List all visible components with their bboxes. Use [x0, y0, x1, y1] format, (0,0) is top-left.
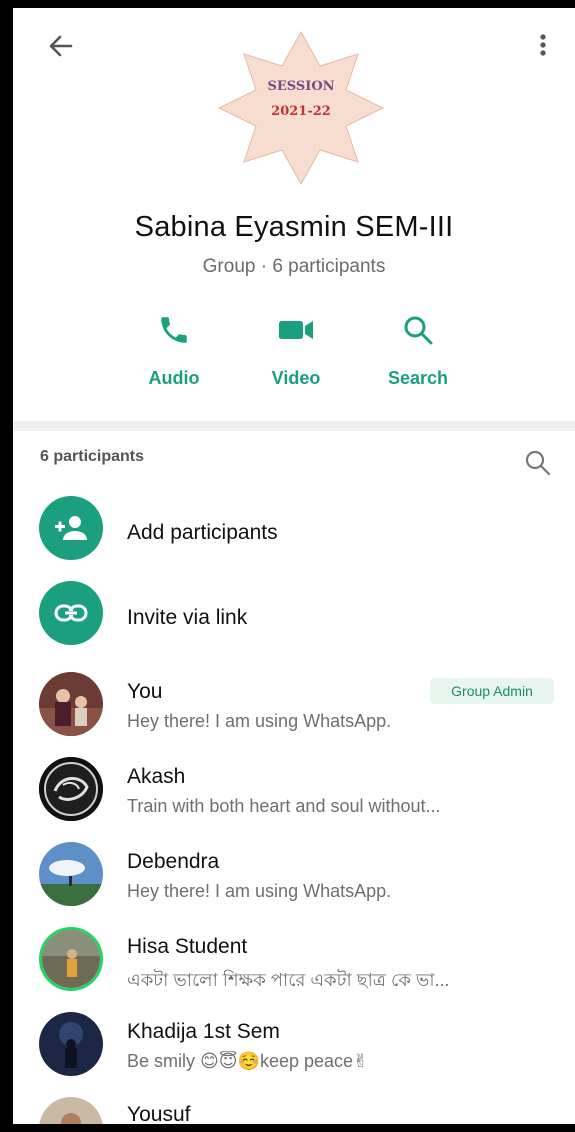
search-icon: [404, 316, 433, 345]
group-admin-badge: Group Admin: [430, 678, 554, 704]
participant-name: Yousuf: [127, 1103, 191, 1124]
video-camera-icon: [279, 321, 313, 339]
group-info-screen: SESSION 2021-22 Sabina Eyasmin SEM-III G…: [13, 8, 575, 1124]
group-photo[interactable]: SESSION 2021-22: [213, 24, 389, 190]
link-icon: [54, 604, 88, 622]
invite-link-label: Invite via link: [127, 606, 248, 629]
group-name[interactable]: Sabina Eyasmin SEM-III: [13, 211, 575, 244]
participant-row-you[interactable]: You Hey there! I am using WhatsApp. Grou…: [13, 656, 575, 740]
participant-name: Khadija 1st Sem: [127, 1020, 280, 1043]
participant-avatar: [39, 672, 103, 736]
participant-name: Debendra: [127, 850, 220, 873]
participants-search-button[interactable]: [523, 448, 553, 478]
participant-row-hisa-student[interactable]: Hisa Student একটা ভালো শিক্ষক পারে একটা …: [13, 911, 575, 995]
add-participant-avatar: [39, 496, 103, 560]
participant-status: একটা ভালো শিক্ষক পারে একটা ছাত্র কে ভা..…: [127, 970, 450, 990]
phone-icon: [161, 317, 187, 343]
participant-status: Be smily 😊😇☺️keep peace✌: [127, 1051, 369, 1071]
group-photo-line1: SESSION: [267, 79, 335, 94]
participant-row-khadija[interactable]: Khadija 1st Sem Be smily 😊😇☺️keep peace✌: [13, 996, 575, 1080]
add-person-icon: [55, 516, 87, 540]
section-divider: [13, 421, 575, 431]
participant-avatar: [39, 1012, 103, 1076]
participant-avatar: [39, 842, 103, 906]
group-photo-line2: 2021-22: [271, 104, 331, 119]
participant-name: Akash: [127, 765, 186, 788]
video-call-button[interactable]: Video: [241, 308, 351, 389]
participants-count: 6 participants: [40, 448, 145, 465]
participant-status: Hey there! I am using WhatsApp.: [127, 711, 392, 731]
participant-avatar: [39, 757, 103, 821]
invite-link-avatar: [39, 581, 103, 645]
participant-avatar: [39, 1097, 103, 1124]
invite-link-row[interactable]: Invite via link: [13, 571, 575, 655]
add-participants-row[interactable]: Add participants: [13, 486, 575, 570]
search-label: Search: [387, 368, 449, 388]
add-participants-label: Add participants: [127, 521, 278, 544]
more-options-button[interactable]: [528, 28, 558, 64]
search-button[interactable]: Search: [363, 308, 473, 389]
audio-label: Audio: [148, 368, 200, 388]
participant-row-akash[interactable]: Akash Train with both heart and soul wit…: [13, 741, 575, 825]
participant-status: Train with both heart and soul without..…: [127, 796, 441, 816]
participant-name: Hisa Student: [127, 935, 248, 958]
audio-call-button[interactable]: Audio: [119, 308, 229, 389]
participant-name: You: [127, 680, 163, 703]
back-button[interactable]: [43, 28, 79, 64]
participant-row-debendra[interactable]: Debendra Hey there! I am using WhatsApp.: [13, 826, 575, 910]
participant-avatar: [39, 927, 103, 991]
group-header: SESSION 2021-22 Sabina Eyasmin SEM-III G…: [13, 8, 575, 421]
participant-status: Hey there! I am using WhatsApp.: [127, 881, 392, 901]
search-icon: [525, 450, 551, 476]
more-vertical-icon: [540, 34, 546, 56]
group-subtitle: Group · 6 participants: [202, 256, 386, 277]
participant-row-yousuf[interactable]: Yousuf: [13, 1081, 575, 1124]
video-label: Video: [271, 368, 321, 388]
arrow-left-icon: [49, 35, 73, 57]
